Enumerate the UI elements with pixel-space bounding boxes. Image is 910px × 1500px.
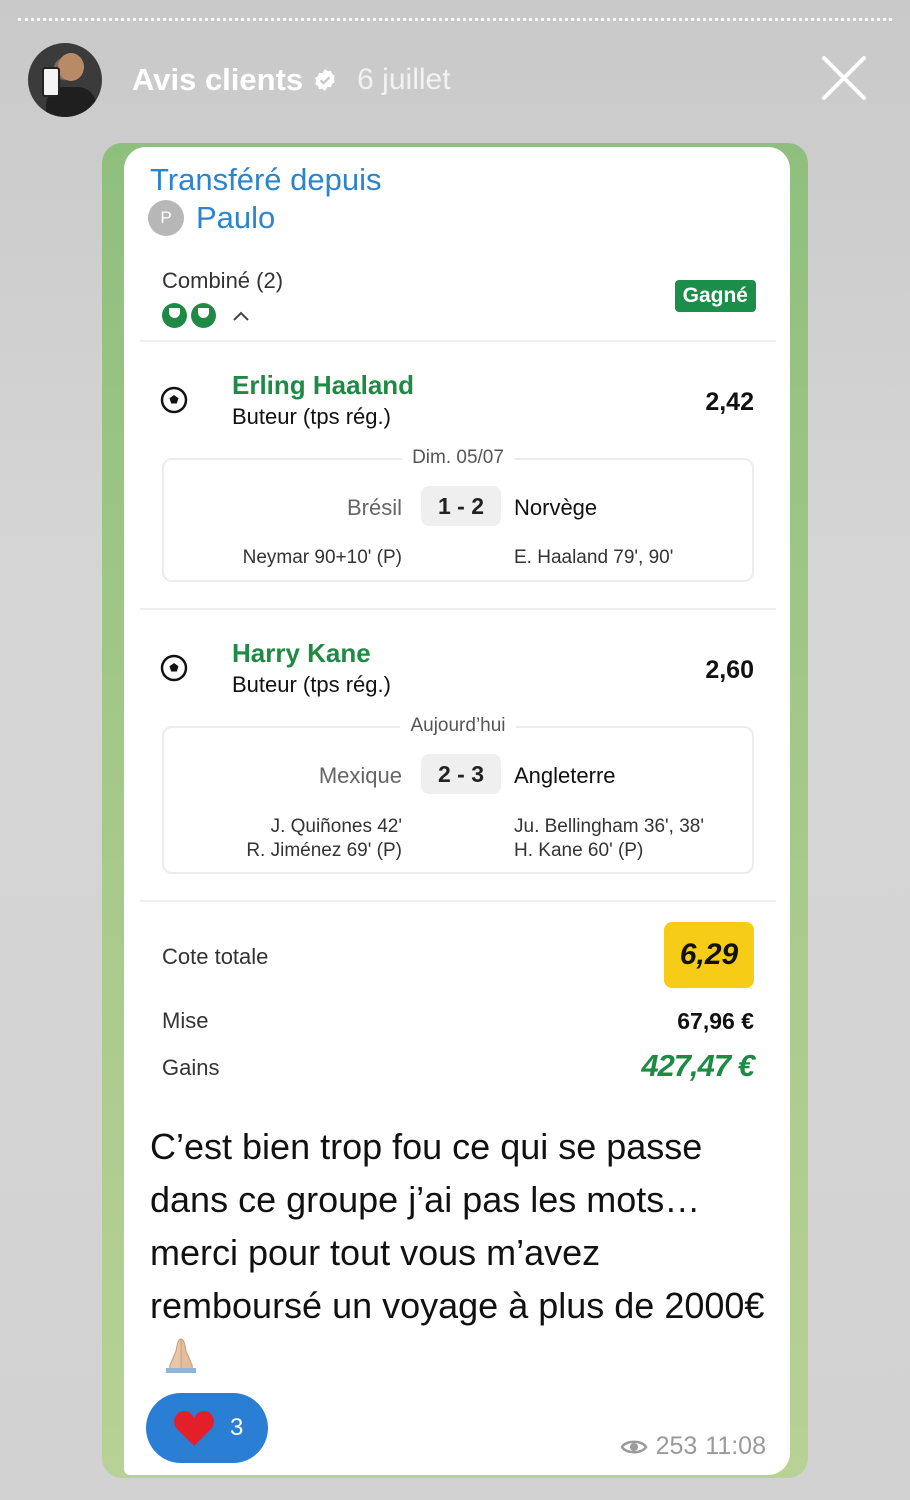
player-name: Harry Kane	[232, 638, 371, 668]
bet-leg: Harry Kane Buteur (tps rég.) 2,60 Aujour…	[140, 610, 776, 900]
match-score: 2 - 3	[421, 754, 501, 794]
match-result-box: Aujourd’hui Mexique 2 - 3 Angleterre J. …	[162, 715, 754, 874]
scorer: R. Jiménez 69' (P)	[246, 840, 402, 861]
message-meta: 253 11:08	[620, 1432, 766, 1461]
scorer: H. Kane 60' (P)	[514, 840, 644, 861]
football-icon	[160, 386, 188, 414]
stake-label: Mise	[162, 1008, 209, 1033]
scorer: Ju. Bellingham 36', 38'	[514, 816, 704, 837]
trophy-icon	[162, 303, 187, 328]
avatar[interactable]	[28, 43, 102, 117]
scorer: E. Haaland 79', 90'	[514, 547, 674, 568]
total-odd-badge: 6,29	[664, 922, 754, 988]
message-body: C’est bien trop fou ce qui se passe dans…	[150, 1126, 765, 1326]
forwarded-from[interactable]: P Paulo	[148, 200, 275, 236]
divider	[140, 900, 776, 902]
story-progress-bar	[18, 18, 892, 22]
eye-icon	[620, 1440, 648, 1453]
home-team: Mexique	[318, 763, 402, 788]
home-team: Brésil	[346, 495, 402, 520]
match-score: 1 - 2	[421, 486, 501, 526]
heart-icon	[174, 1411, 214, 1446]
scorer: Neymar 90+10' (P)	[242, 547, 402, 568]
scorer: J. Quiñones 42'	[270, 816, 402, 837]
bet-slip-header: Combiné (2) Gagné	[140, 250, 776, 342]
leg-odd: 2,60	[705, 656, 754, 684]
forward-sender-name: Paulo	[196, 200, 276, 235]
stake-value: 67,96 €	[677, 1008, 754, 1034]
home-scorers: Neymar 90+10' (P)	[243, 546, 402, 570]
player-name: Erling Haaland	[232, 370, 415, 400]
chevron-up-icon[interactable]	[232, 310, 250, 322]
trophies[interactable]	[162, 303, 250, 328]
away-scorers: Ju. Bellingham 36', 38' H. Kane 60' (P)	[514, 815, 704, 863]
verified-badge-icon	[315, 69, 336, 91]
reaction-count: 3	[230, 1414, 244, 1441]
market-label: Buteur (tps rég.)	[232, 404, 391, 429]
match-date: Dim. 05/07	[402, 447, 514, 468]
heart-reaction-button[interactable]: 3	[146, 1393, 268, 1463]
forwarded-label: Transféré depuis	[150, 162, 382, 197]
praying-hands-icon	[166, 1338, 196, 1373]
status-badge: Gagné	[674, 280, 756, 312]
total-odd-label: Cote totale	[162, 944, 269, 969]
bet-leg: Erling Haaland Buteur (tps rég.) 2,42 Di…	[140, 342, 776, 608]
bet-slip-card: Combiné (2) Gagné Erling Haaland Buteur …	[140, 250, 776, 1100]
match-date: Aujourd’hui	[400, 715, 516, 736]
football-icon	[160, 654, 188, 682]
away-scorers: E. Haaland 79', 90'	[514, 546, 673, 570]
match-result-box: Dim. 05/07 Brésil 1 - 2 Norvège Neymar 9…	[162, 447, 754, 582]
message-text: C’est bien trop fou ce qui se passe dans…	[150, 1120, 775, 1385]
market-label: Buteur (tps rég.)	[232, 672, 391, 697]
away-team: Norvège	[514, 495, 598, 520]
trophy-icon	[191, 303, 216, 328]
leg-odd: 2,42	[705, 388, 754, 416]
bet-type-label: Combiné (2)	[162, 268, 284, 293]
home-scorers: J. Quiñones 42' R. Jiménez 69' (P)	[246, 815, 402, 863]
away-team: Angleterre	[514, 763, 616, 788]
gains-value: 427,47 €	[641, 1048, 755, 1083]
story-header: Avis clients 6 juillet	[28, 40, 890, 120]
forward-sender-avatar: P	[148, 200, 184, 236]
message-time: 11:08	[705, 1432, 766, 1460]
story-date: 6 juillet	[357, 63, 451, 96]
close-icon[interactable]	[818, 52, 870, 104]
story-account-name[interactable]: Avis clients	[132, 62, 303, 98]
gains-label: Gains	[162, 1055, 220, 1080]
view-count: 253	[655, 1432, 698, 1460]
